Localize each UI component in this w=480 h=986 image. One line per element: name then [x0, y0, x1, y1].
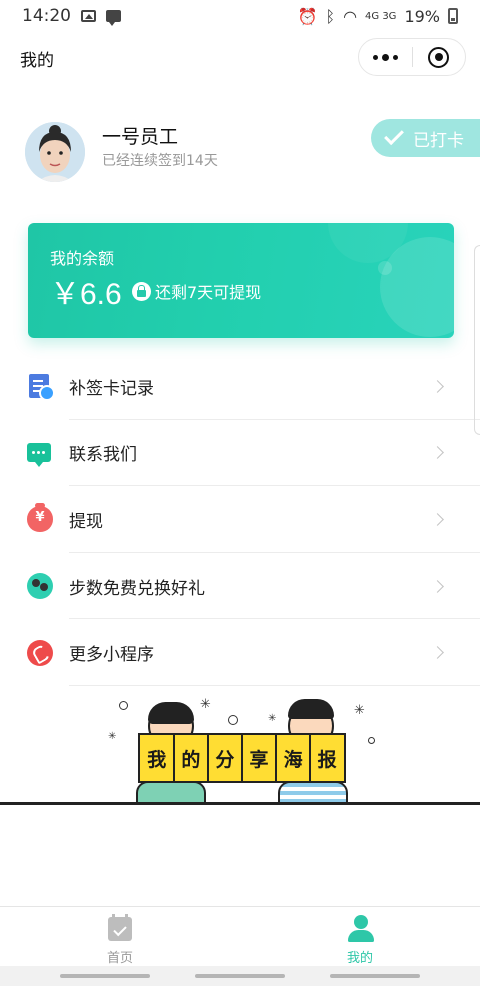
checked-in-button[interactable]: 已打卡	[371, 119, 480, 157]
menu-item-label: 补签卡记录	[69, 378, 154, 399]
checkin-streak-text: 已经连续签到14天	[102, 153, 218, 169]
sparkle-icon: ✳	[108, 731, 117, 742]
poster-banner-board: 我 的 分 享 海 报	[138, 733, 346, 783]
menu-item-makeup-card-records[interactable]: 补签卡记录	[0, 353, 480, 420]
banner-fold	[240, 735, 243, 781]
message-notification-icon	[106, 10, 121, 26]
balance-label: 我的余额	[50, 249, 115, 268]
status-right: ⏰ ᛒ ◠ 4G 3G 19%	[298, 7, 458, 26]
page-title: 我的	[20, 51, 54, 71]
banner-char: 的	[181, 748, 201, 771]
more-dot-icon	[381, 53, 389, 61]
gesture-handle[interactable]	[60, 974, 150, 978]
nav-header: 我的	[0, 34, 480, 80]
checked-in-label: 已打卡	[413, 130, 464, 151]
chevron-right-icon	[431, 446, 444, 460]
menu-item-contact-us[interactable]: 联系我们	[0, 420, 480, 487]
sparkle-icon: ✳	[354, 703, 365, 718]
banner-fold	[206, 735, 209, 781]
mini-program-capsule	[358, 38, 466, 76]
menu-item-steps-exchange[interactable]: 步数免费兑换好礼	[0, 553, 480, 620]
more-dot-icon	[392, 54, 398, 60]
avatar-portrait-icon	[25, 122, 85, 182]
withdraw-lock-note: 还剩7天可提现	[132, 279, 261, 303]
banner-fold	[172, 735, 175, 781]
card-decoration	[378, 261, 392, 275]
withdraw-countdown-text: 还剩7天可提现	[155, 283, 262, 302]
banner-fold	[309, 735, 312, 781]
calendar-check-icon	[108, 914, 132, 941]
menu-list: 补签卡记录 联系我们 提现 步数免费兑换好礼 更多小程序	[0, 353, 480, 686]
menu-item-withdraw[interactable]: 提现	[0, 486, 480, 553]
user-icon	[348, 915, 374, 943]
chevron-right-icon	[431, 379, 444, 393]
menu-item-more-mini-programs[interactable]: 更多小程序	[0, 619, 480, 686]
menu-item-label: 更多小程序	[69, 645, 154, 666]
mini-program-icon	[27, 639, 53, 666]
banner-char: 分	[215, 748, 235, 771]
gesture-handle[interactable]	[195, 974, 285, 978]
close-mini-program-button[interactable]	[412, 39, 465, 75]
banner-char: 享	[249, 748, 269, 771]
battery-icon	[448, 8, 458, 24]
battery-percent: 19%	[404, 6, 440, 26]
chat-bubble-icon	[27, 443, 51, 468]
tab-mine[interactable]: 我的	[240, 907, 480, 966]
sparkle-icon: ✳	[268, 713, 277, 724]
system-gesture-bar	[0, 966, 480, 986]
side-drawer-handle[interactable]	[474, 245, 480, 435]
banner-fold	[275, 735, 278, 781]
decor-circle	[368, 737, 375, 744]
banner-char: 报	[317, 748, 337, 771]
chevron-right-icon	[431, 513, 444, 526]
balance-card[interactable]: 我的余额 ￥6.6 还剩7天可提现	[28, 223, 454, 338]
target-circle-icon	[428, 46, 450, 68]
ground-line	[0, 802, 480, 805]
user-name: 一号员工	[102, 126, 179, 148]
tab-label: 我的	[346, 951, 373, 966]
balance-amount: ￥6.6	[50, 278, 122, 311]
network-indicator: 4G 3G	[365, 10, 397, 22]
tab-label: 首页	[106, 951, 133, 966]
divider	[69, 684, 480, 686]
menu-item-label: 步数免费兑换好礼	[69, 578, 205, 599]
more-options-button[interactable]	[359, 39, 412, 75]
document-check-icon	[29, 374, 55, 402]
status-time: 14:20	[22, 6, 71, 26]
money-bag-icon	[27, 503, 53, 533]
footsteps-icon	[27, 573, 53, 600]
menu-item-label: 提现	[69, 511, 103, 532]
checkmark-icon	[384, 125, 404, 146]
wifi-icon: ◠	[343, 6, 358, 26]
sparkle-icon: ✳	[200, 697, 211, 712]
alarm-icon: ⏰	[297, 6, 318, 26]
bluetooth-icon: ᛒ	[325, 6, 336, 26]
status-left: 14:20	[22, 6, 121, 26]
tab-bar: 首页 我的	[0, 906, 480, 966]
image-notification-icon	[81, 10, 96, 22]
menu-item-label: 联系我们	[69, 445, 137, 466]
share-poster-banner[interactable]: ✳ ✳ ✳ ✳ 我 的 分 享 海 报	[0, 695, 480, 810]
decor-circle	[119, 701, 128, 710]
more-dot-icon	[372, 54, 378, 60]
avatar[interactable]	[25, 122, 85, 182]
banner-char: 我	[147, 748, 167, 771]
gesture-handle[interactable]	[330, 974, 420, 978]
chevron-right-icon	[431, 579, 444, 593]
chevron-right-icon	[431, 646, 444, 660]
decor-circle	[228, 715, 238, 725]
tab-home[interactable]: 首页	[0, 907, 240, 966]
status-bar: 14:20 ⏰ ᛒ ◠ 4G 3G 19%	[0, 0, 480, 32]
lock-icon	[132, 281, 151, 301]
banner-char: 海	[283, 748, 303, 771]
